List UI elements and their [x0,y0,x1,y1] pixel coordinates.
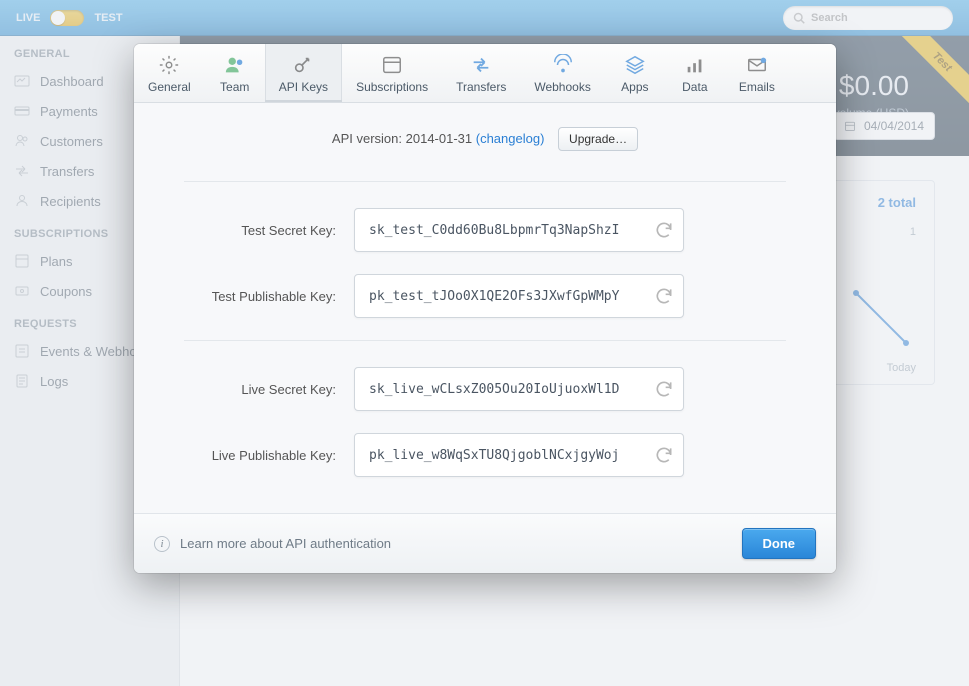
key-input-live-publishable[interactable] [354,433,684,477]
key-row-live-secret: Live Secret Key: [184,367,786,411]
api-version-prefix: API version: [332,131,406,146]
done-button[interactable]: Done [742,528,817,559]
upgrade-button[interactable]: Upgrade… [558,127,638,151]
regenerate-icon[interactable] [654,379,674,399]
api-version-value: 2014-01-31 [406,131,473,146]
email-icon [746,54,768,76]
calendar-icon [381,54,403,76]
tab-team[interactable]: Team [205,44,265,102]
tab-label: API Keys [279,80,328,94]
key-label: Live Secret Key: [184,382,354,397]
key-input-test-secret[interactable] [354,208,684,252]
tab-apps[interactable]: Apps [605,44,665,102]
tab-label: Transfers [456,80,506,94]
transfers-icon [470,54,492,76]
tab-data[interactable]: Data [665,44,725,102]
tab-api-keys[interactable]: API Keys [265,44,342,102]
tab-subscriptions[interactable]: Subscriptions [342,44,442,102]
tab-label: General [148,80,191,94]
modal-body: API version: 2014-01-31 (changelog) Upgr… [134,103,836,513]
modal-footer: i Learn more about API authentication Do… [134,513,836,573]
separator [184,340,786,341]
key-row-test-publishable: Test Publishable Key: [184,274,786,318]
tab-label: Team [220,80,249,94]
key-row-test-secret: Test Secret Key: [184,208,786,252]
key-input-test-publishable[interactable] [354,274,684,318]
key-label: Test Secret Key: [184,223,354,238]
key-icon [292,54,314,76]
settings-modal: General Team API Keys Subscriptions Tran… [134,44,836,573]
webhooks-icon [552,54,574,76]
learn-more-link[interactable]: Learn more about API authentication [180,536,391,551]
team-icon [224,54,246,76]
tab-general[interactable]: General [134,44,205,102]
modal-tabs: General Team API Keys Subscriptions Tran… [134,44,836,103]
key-row-live-publishable: Live Publishable Key: [184,433,786,477]
data-icon [684,54,706,76]
key-label: Live Publishable Key: [184,448,354,463]
regenerate-icon[interactable] [654,220,674,240]
info-icon: i [154,536,170,552]
api-version-line: API version: 2014-01-31 (changelog) Upgr… [184,127,786,151]
tab-emails[interactable]: Emails [725,44,789,102]
tab-label: Subscriptions [356,80,428,94]
tab-label: Apps [621,80,648,94]
regenerate-icon[interactable] [654,445,674,465]
separator [184,181,786,182]
tab-label: Data [682,80,707,94]
key-label: Test Publishable Key: [184,289,354,304]
regenerate-icon[interactable] [654,286,674,306]
key-input-live-secret[interactable] [354,367,684,411]
tab-label: Emails [739,80,775,94]
tab-transfers[interactable]: Transfers [442,44,520,102]
tab-webhooks[interactable]: Webhooks [520,44,604,102]
changelog-link[interactable]: (changelog) [476,131,545,146]
gear-icon [158,54,180,76]
tab-label: Webhooks [534,80,590,94]
apps-icon [624,54,646,76]
